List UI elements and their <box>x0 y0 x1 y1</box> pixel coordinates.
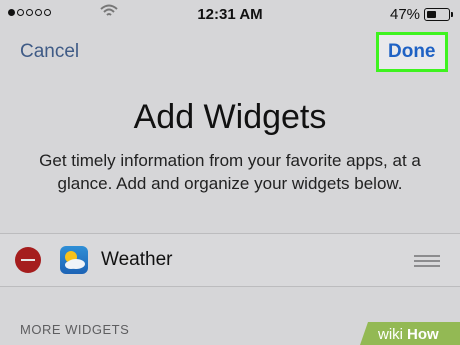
svg-text:wiki: wiki <box>377 326 403 343</box>
row-divider-bottom <box>0 286 460 287</box>
wikihow-watermark: wiki How <box>360 322 460 345</box>
more-widgets-header: MORE WIDGETS <box>20 322 130 337</box>
widget-label: Weather <box>101 249 173 270</box>
battery-percent: 47% <box>390 6 421 23</box>
battery-fill <box>426 10 436 18</box>
reorder-handle-icon[interactable] <box>414 255 440 270</box>
add-widgets-screen: 12:31 AM 47% Cancel Done Add Widgets Get… <box>0 0 460 345</box>
page-title: Add Widgets <box>133 98 327 136</box>
battery-cap <box>451 12 453 17</box>
battery-icon <box>424 8 450 21</box>
done-button[interactable]: Done <box>388 41 436 63</box>
widget-row-weather[interactable]: Weather <box>0 234 460 286</box>
remove-widget-button[interactable] <box>15 247 41 273</box>
status-bar: 12:31 AM 47% <box>0 0 460 30</box>
cancel-button[interactable]: Cancel <box>20 41 79 63</box>
svg-text:How: How <box>407 326 439 343</box>
page-subtitle: Get timely information from your favorit… <box>39 151 421 193</box>
weather-icon <box>60 246 88 274</box>
